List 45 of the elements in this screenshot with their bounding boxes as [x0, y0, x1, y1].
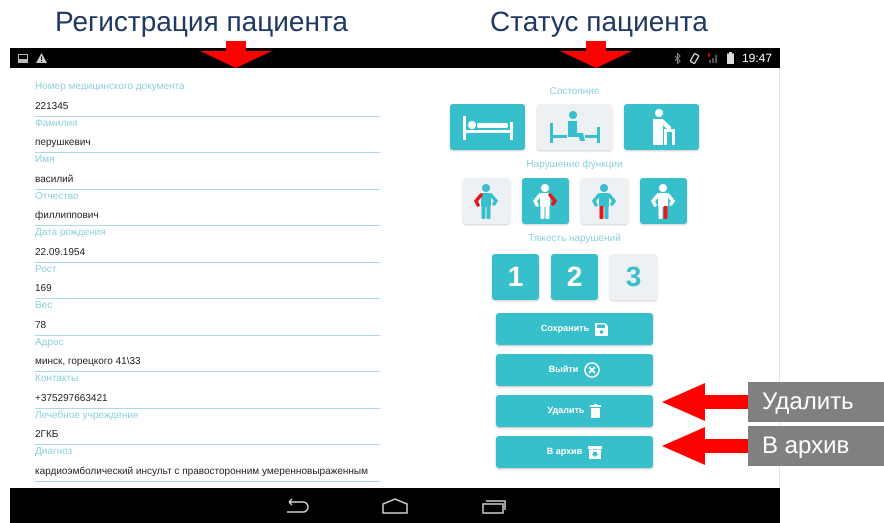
- section-label: Нарушение функции: [526, 158, 623, 171]
- save-icon: [595, 322, 608, 336]
- battery-icon: [726, 52, 734, 64]
- function-tile[interactable]: [640, 178, 686, 224]
- text-field[interactable]: Отчество филлиппович: [35, 190, 380, 226]
- slide-title: Статус пациента: [490, 5, 708, 39]
- signal-icon: [708, 53, 719, 63]
- person-figure-icon: [648, 183, 678, 219]
- arrow-drawing: [200, 41, 272, 68]
- slide-title: Регистрация пациента: [55, 5, 349, 39]
- text-field[interactable]: Имя василий: [35, 153, 380, 190]
- text-field[interactable]: Контакты +375297663421: [35, 372, 380, 408]
- trash-icon: [590, 404, 602, 418]
- person-figure-icon: [530, 183, 560, 219]
- bluetooth-icon: [674, 52, 681, 64]
- function-tile[interactable]: [580, 178, 628, 224]
- archive-box-icon: [588, 446, 602, 458]
- callout-label: В архив: [748, 426, 884, 466]
- text-field[interactable]: Фамилия перушкевич: [35, 116, 380, 153]
- warning-icon: [36, 53, 47, 63]
- section-label: Состояние: [550, 85, 600, 98]
- person-figure-icon: [589, 183, 619, 219]
- arrow-drawing: [560, 41, 632, 68]
- condition-tile[interactable]: [624, 104, 699, 150]
- rotation-icon: [688, 52, 700, 64]
- condition-tile[interactable]: [537, 104, 612, 150]
- text-field[interactable]: Лечебное учреждение 2ГКБ: [35, 408, 380, 445]
- sitting-person-icon: [548, 111, 600, 143]
- callout-label: Удалить: [748, 382, 884, 422]
- text-field[interactable]: Номер медицинского документа 221345: [35, 80, 380, 116]
- function-tile[interactable]: [462, 178, 510, 224]
- function-tile[interactable]: [522, 178, 568, 224]
- screen-icon: [18, 54, 28, 62]
- section-label: Тяжесть нарушений: [528, 232, 621, 245]
- home-icon[interactable]: [381, 498, 409, 514]
- clock-time: 19:47: [742, 50, 772, 67]
- text-field[interactable]: Дата рождения 22.09.1954: [35, 226, 380, 262]
- text-field[interactable]: Адрес минск, горецкого 41\33: [35, 336, 380, 372]
- text-field[interactable]: Диагноз кардиоэмболический инсульт с правосторонним умеренновыраженным: [35, 445, 380, 482]
- close-icon: [584, 362, 600, 378]
- text-field[interactable]: Рост 169: [35, 262, 380, 299]
- bed-icon: [462, 114, 514, 140]
- condition-tile[interactable]: [450, 104, 525, 150]
- text-field[interactable]: Вес 78: [35, 299, 380, 336]
- person-figure-icon: [471, 183, 501, 219]
